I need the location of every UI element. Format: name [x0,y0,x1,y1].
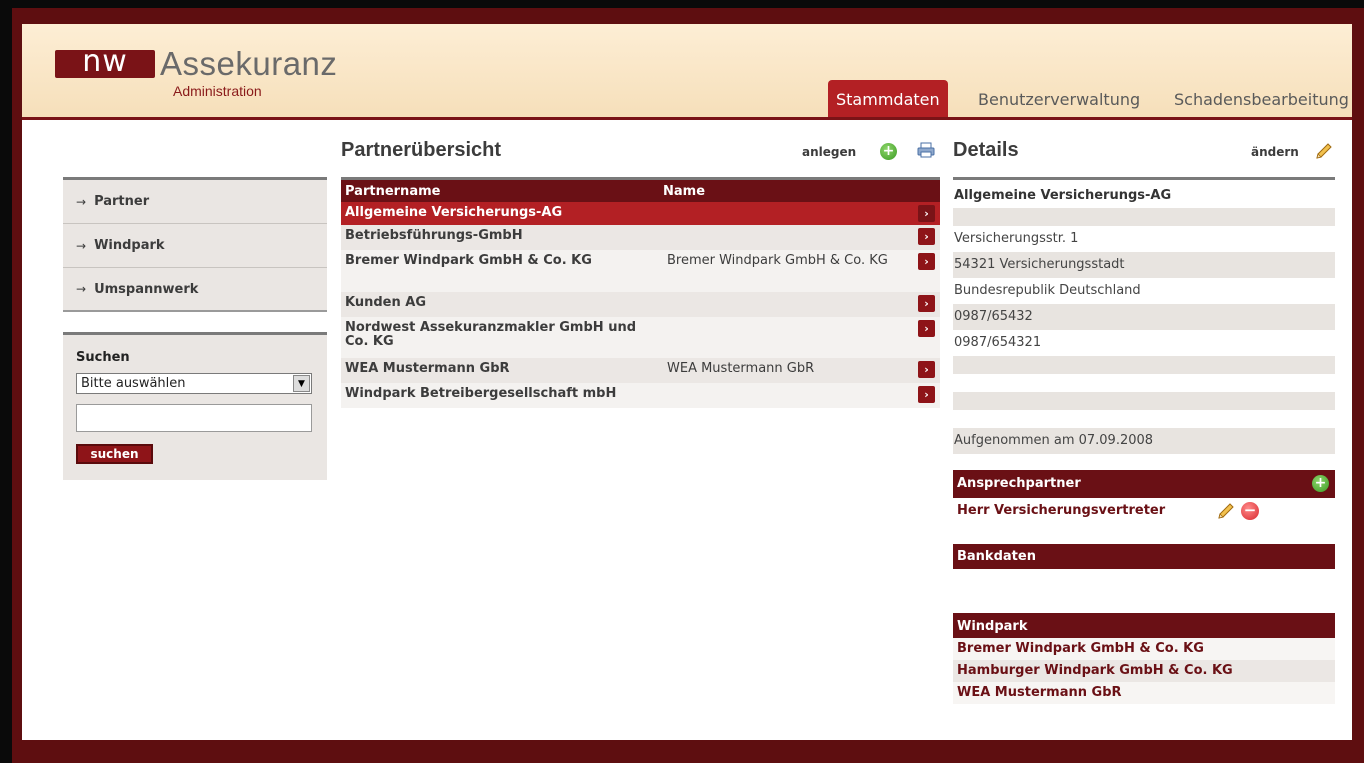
detail-phone: 0987/65432 [953,304,1335,330]
table-row[interactable]: Allgemeine Versicherungs-AG › [341,202,940,225]
search-title: Suchen [76,350,130,365]
cell-partnername: Allgemeine Versicherungs-AG [345,205,563,220]
cell-partnername: Nordwest Assekuranzmakler GmbH und Co. K… [345,320,637,349]
arrow-right-icon: → [76,194,87,209]
chevron-right-icon[interactable]: › [918,386,935,403]
chevron-right-icon[interactable]: › [918,295,935,312]
edit-details-link[interactable]: ändern [1251,145,1299,159]
search-panel: Suchen Bitte auswählen ▼ suchen [63,332,327,480]
search-category-select[interactable]: Bitte auswählen ▼ [76,373,312,394]
detail-empty-row [953,356,1335,374]
sidebar-item-label: Umspannwerk [94,281,199,297]
print-icon[interactable] [917,142,935,158]
cell-name [663,202,940,209]
chevron-right-icon[interactable]: › [918,320,935,337]
chevron-right-icon[interactable]: › [918,228,935,245]
detail-fax: 0987/654321 [953,330,1335,356]
tab-schadensbearbeitung[interactable]: Schadensbearbeitung [1166,80,1357,117]
table-row[interactable]: Windpark Betreibergesellschaft mbH › [341,383,940,408]
sidebar-item-label: Partner [94,194,150,209]
pencil-icon[interactable] [1216,501,1236,521]
table-row[interactable]: WEA Mustermann GbR WEA Mustermann GbR › [341,358,940,383]
sidebar-nav: → Partner → Windpark → Umspannwerk [63,177,327,312]
cell-partnername: Bremer Windpark GmbH & Co. KG [345,253,592,268]
select-value: Bitte auswählen [81,376,186,391]
create-partner-link[interactable]: anlegen [802,145,856,159]
detail-recorded: Aufgenommen am 07.09.2008 [953,428,1335,454]
bank-title: Bankdaten [957,549,1036,564]
contacts-title: Ansprechpartner [957,476,1081,491]
remove-contact-icon[interactable]: − [1241,502,1259,520]
detail-city: 54321 Versicherungsstadt [953,252,1335,278]
tab-benutzerverwaltung[interactable]: Benutzerverwaltung [970,80,1148,117]
details-title: Details [953,139,1019,161]
pencil-icon[interactable] [1314,141,1334,161]
sidebar-item-umspannwerk[interactable]: → Umspannwerk [63,268,327,312]
cell-partnername: Betriebsführungs-GmbH [345,228,523,243]
detail-empty-row [953,374,1335,392]
column-header-name: Name [663,183,706,199]
contact-item[interactable]: Herr Versicherungsvertreter − [953,498,1335,526]
windpark-header: Windpark [953,613,1335,638]
cell-partnername: WEA Mustermann GbR [345,361,510,376]
cell-name [663,292,940,299]
chevron-right-icon[interactable]: › [918,361,935,378]
sidebar-item-label: Windpark [94,238,165,253]
arrow-right-icon: → [76,282,87,296]
table-row[interactable]: Bremer Windpark GmbH & Co. KG Bremer Win… [341,250,940,292]
cell-partnername: Kunden AG [345,295,426,310]
detail-company: Allgemeine Versicherungs-AG [953,180,1335,208]
tab-stammdaten[interactable]: Stammdaten [828,80,948,117]
cell-name [663,317,940,324]
logo-name: Assekuranz [160,45,338,82]
sidebar-item-windpark[interactable]: → Windpark [63,224,327,268]
logo-mark: nw [55,44,155,79]
table-header: Partnername Name [341,180,940,202]
sidebar-item-partner[interactable]: → Partner [63,180,327,224]
partners-title: Partnerübersicht [341,139,502,161]
windpark-title: Windpark [957,619,1028,634]
windpark-item[interactable]: Hamburger Windpark GmbH & Co. KG [953,660,1335,682]
screen-border [0,0,12,763]
search-button[interactable]: suchen [76,444,153,464]
detail-empty-row [953,392,1335,410]
logo-subtitle: Administration [173,83,262,99]
windpark-item[interactable]: Bremer Windpark GmbH & Co. KG [953,638,1335,660]
detail-street: Versicherungsstr. 1 [953,226,1335,252]
arrow-right-icon: → [76,238,87,253]
table-row[interactable]: Kunden AG › [341,292,940,317]
windpark-item[interactable]: WEA Mustermann GbR [953,682,1335,704]
add-icon[interactable]: + [880,143,897,160]
contact-name: Herr Versicherungsvertreter [957,503,1166,518]
chevron-down-icon[interactable]: ▼ [293,375,310,392]
table-row[interactable]: Nordwest Assekuranzmakler GmbH und Co. K… [341,317,940,358]
cell-name: WEA Mustermann GbR [667,361,815,376]
chevron-right-icon[interactable]: › [918,253,935,270]
partners-table: Partnername Name Allgemeine Versicherung… [341,177,940,408]
chevron-right-icon[interactable]: › [918,205,935,222]
cell-name: Bremer Windpark GmbH & Co. KG [667,253,888,268]
cell-partnername: Windpark Betreibergesellschaft mbH [345,386,617,401]
detail-country: Bundesrepublik Deutschland [953,278,1335,304]
cell-name [663,225,940,232]
contacts-header: Ansprechpartner + [953,470,1335,498]
add-contact-icon[interactable]: + [1312,475,1329,492]
divider [63,332,327,335]
table-row[interactable]: Betriebsführungs-GmbH › [341,225,940,250]
search-input[interactable] [76,404,312,432]
details-panel: Allgemeine Versicherungs-AG Versicherung… [953,177,1335,454]
detail-empty-row [953,410,1335,428]
bank-header: Bankdaten [953,544,1335,569]
cell-name [663,383,940,390]
detail-empty-row [953,208,1335,226]
logo-mark-text: nw [82,44,128,79]
column-header-partnername: Partnername [345,183,441,199]
